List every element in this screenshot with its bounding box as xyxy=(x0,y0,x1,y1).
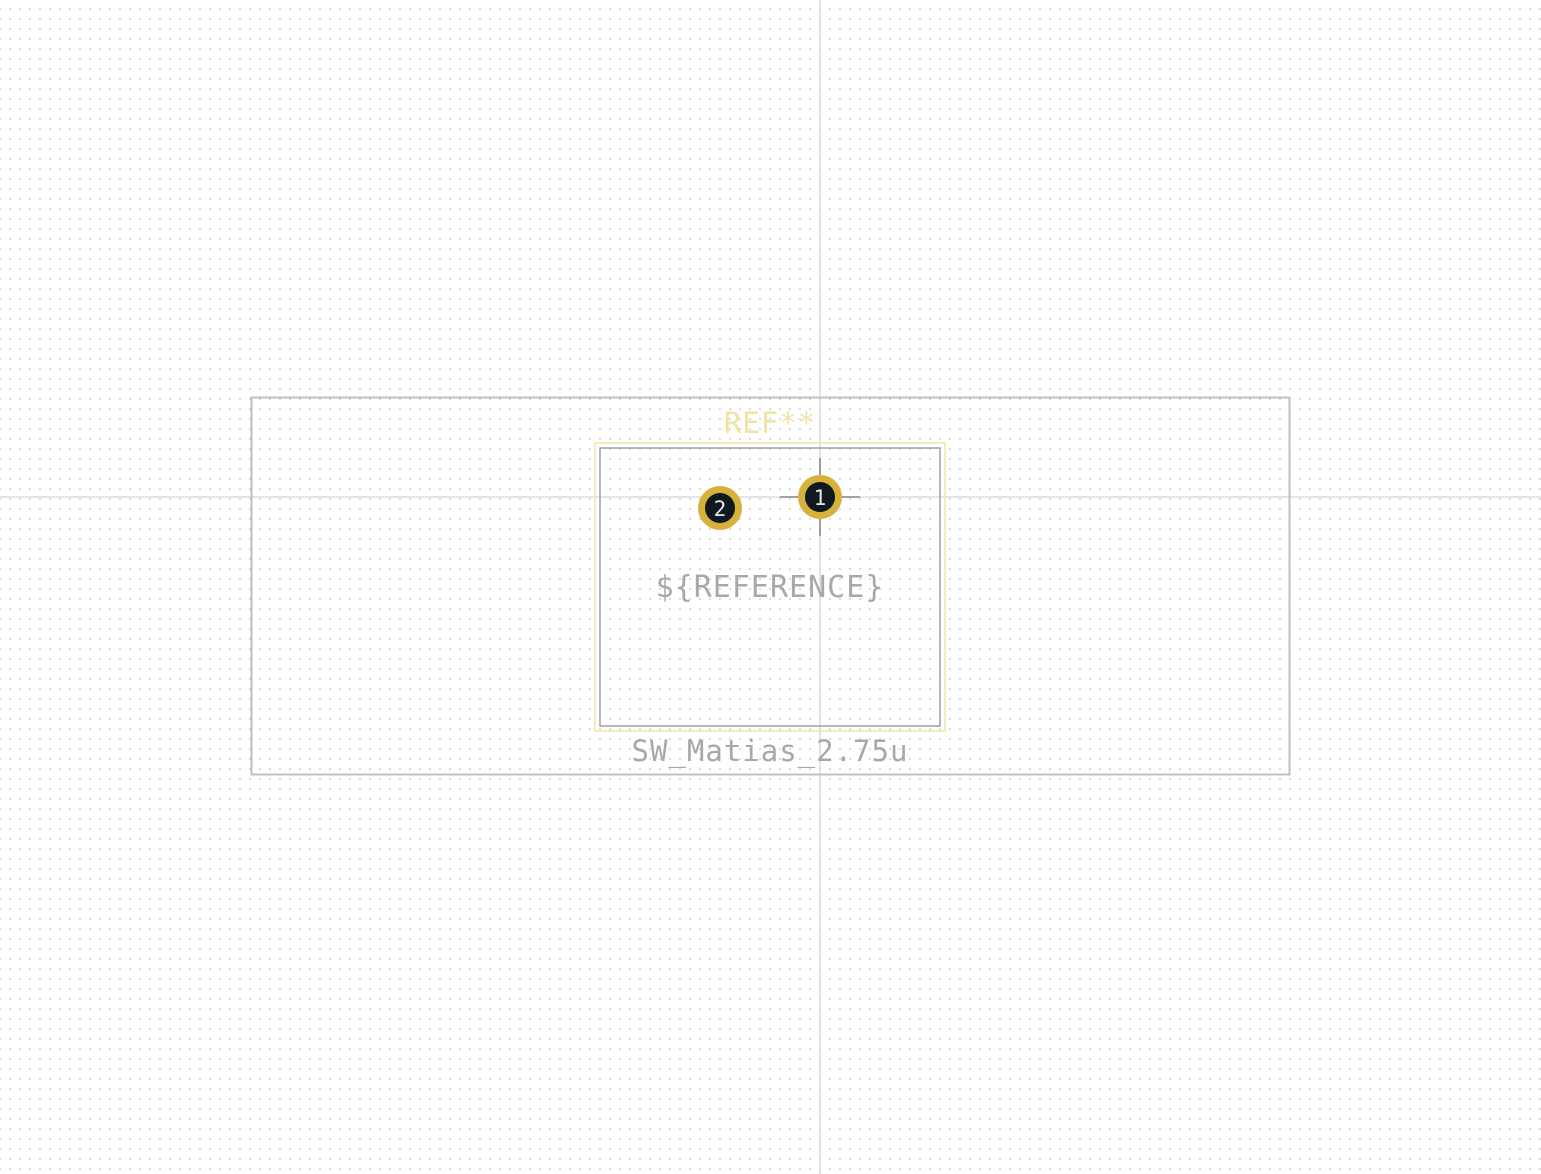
footprint-view[interactable]: REF** ${REFERENCE} SW_Matias_2.75u 2 1 xyxy=(0,0,1541,1174)
pad-2-number: 2 xyxy=(714,497,727,521)
reference-field[interactable]: REF** xyxy=(724,406,816,440)
pad-1-number: 1 xyxy=(814,486,827,510)
pad-2[interactable]: 2 xyxy=(698,486,742,530)
pad-1[interactable]: 1 xyxy=(798,475,842,519)
value-field[interactable]: SW_Matias_2.75u xyxy=(632,734,909,769)
user-text-reference[interactable]: ${REFERENCE} xyxy=(656,570,885,605)
